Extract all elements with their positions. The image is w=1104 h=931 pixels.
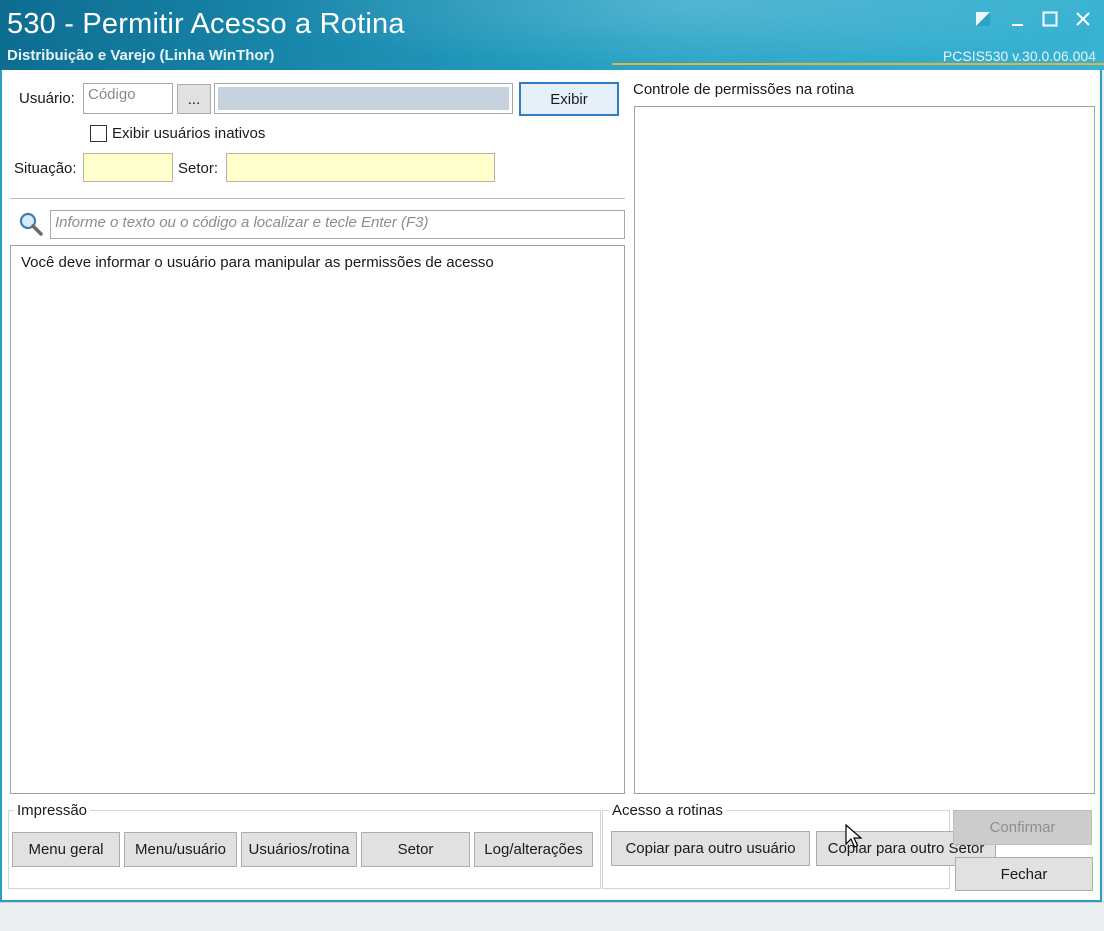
filter-separator bbox=[10, 198, 625, 199]
routines-panel[interactable]: Você deve informar o usuário para manipu… bbox=[10, 245, 625, 794]
version-label: PCSIS530 v.30.0.06.004 bbox=[942, 48, 1096, 64]
window-title: 530 - Permitir Acesso a Rotina bbox=[7, 8, 405, 40]
usuarios-rotina-button[interactable]: Usuários/rotina bbox=[241, 832, 357, 867]
main-window-body: Usuário: Código ... Exibir Exibir usuári… bbox=[0, 70, 1102, 902]
inativos-label: Exibir usuários inativos bbox=[112, 125, 266, 142]
copiar-usuario-button[interactable]: Copiar para outro usuário bbox=[611, 831, 810, 866]
maximize-icon[interactable] bbox=[1035, 8, 1065, 32]
menu-geral-button[interactable]: Menu geral bbox=[12, 832, 120, 867]
minimize-icon[interactable] bbox=[1003, 8, 1033, 32]
usuario-codigo-input[interactable]: Código bbox=[83, 83, 173, 114]
permissions-panel[interactable] bbox=[634, 106, 1095, 794]
usuario-nome-field bbox=[214, 83, 513, 114]
menu-usuario-button[interactable]: Menu/usuário bbox=[124, 832, 237, 867]
situacao-label: Situação: bbox=[14, 160, 77, 177]
setor-field[interactable] bbox=[226, 153, 495, 182]
log-alteracoes-button[interactable]: Log/alterações bbox=[474, 832, 593, 867]
mouse-cursor-icon bbox=[845, 823, 865, 850]
exibir-button[interactable]: Exibir bbox=[519, 82, 619, 116]
usuario-lookup-button[interactable]: ... bbox=[177, 84, 211, 114]
window-subtitle: Distribuição e Varejo (Linha WinThor) bbox=[7, 47, 275, 64]
title-bar: 530 - Permitir Acesso a Rotina Distribui… bbox=[0, 0, 1104, 70]
setor-label: Setor: bbox=[178, 160, 219, 177]
impressao-title: Impressão bbox=[14, 802, 91, 819]
status-bar bbox=[0, 902, 1104, 931]
title-accent-line bbox=[612, 63, 1104, 65]
magnifier-icon[interactable] bbox=[18, 211, 44, 237]
search-input[interactable]: Informe o texto ou o código a localizar … bbox=[50, 210, 625, 239]
acesso-title: Acesso a rotinas bbox=[609, 802, 726, 819]
inativos-checkbox[interactable] bbox=[90, 125, 107, 142]
restore-down-icon[interactable] bbox=[968, 8, 998, 32]
permissions-title: Controle de permissões na rotina bbox=[633, 81, 854, 98]
confirmar-button[interactable]: Confirmar bbox=[953, 810, 1092, 845]
setor-report-button[interactable]: Setor bbox=[361, 832, 470, 867]
close-icon[interactable] bbox=[1068, 8, 1098, 32]
routines-message: Você deve informar o usuário para manipu… bbox=[21, 254, 494, 271]
situacao-field[interactable] bbox=[83, 153, 173, 182]
fechar-button[interactable]: Fechar bbox=[955, 857, 1093, 891]
usuario-label: Usuário: bbox=[19, 90, 75, 107]
